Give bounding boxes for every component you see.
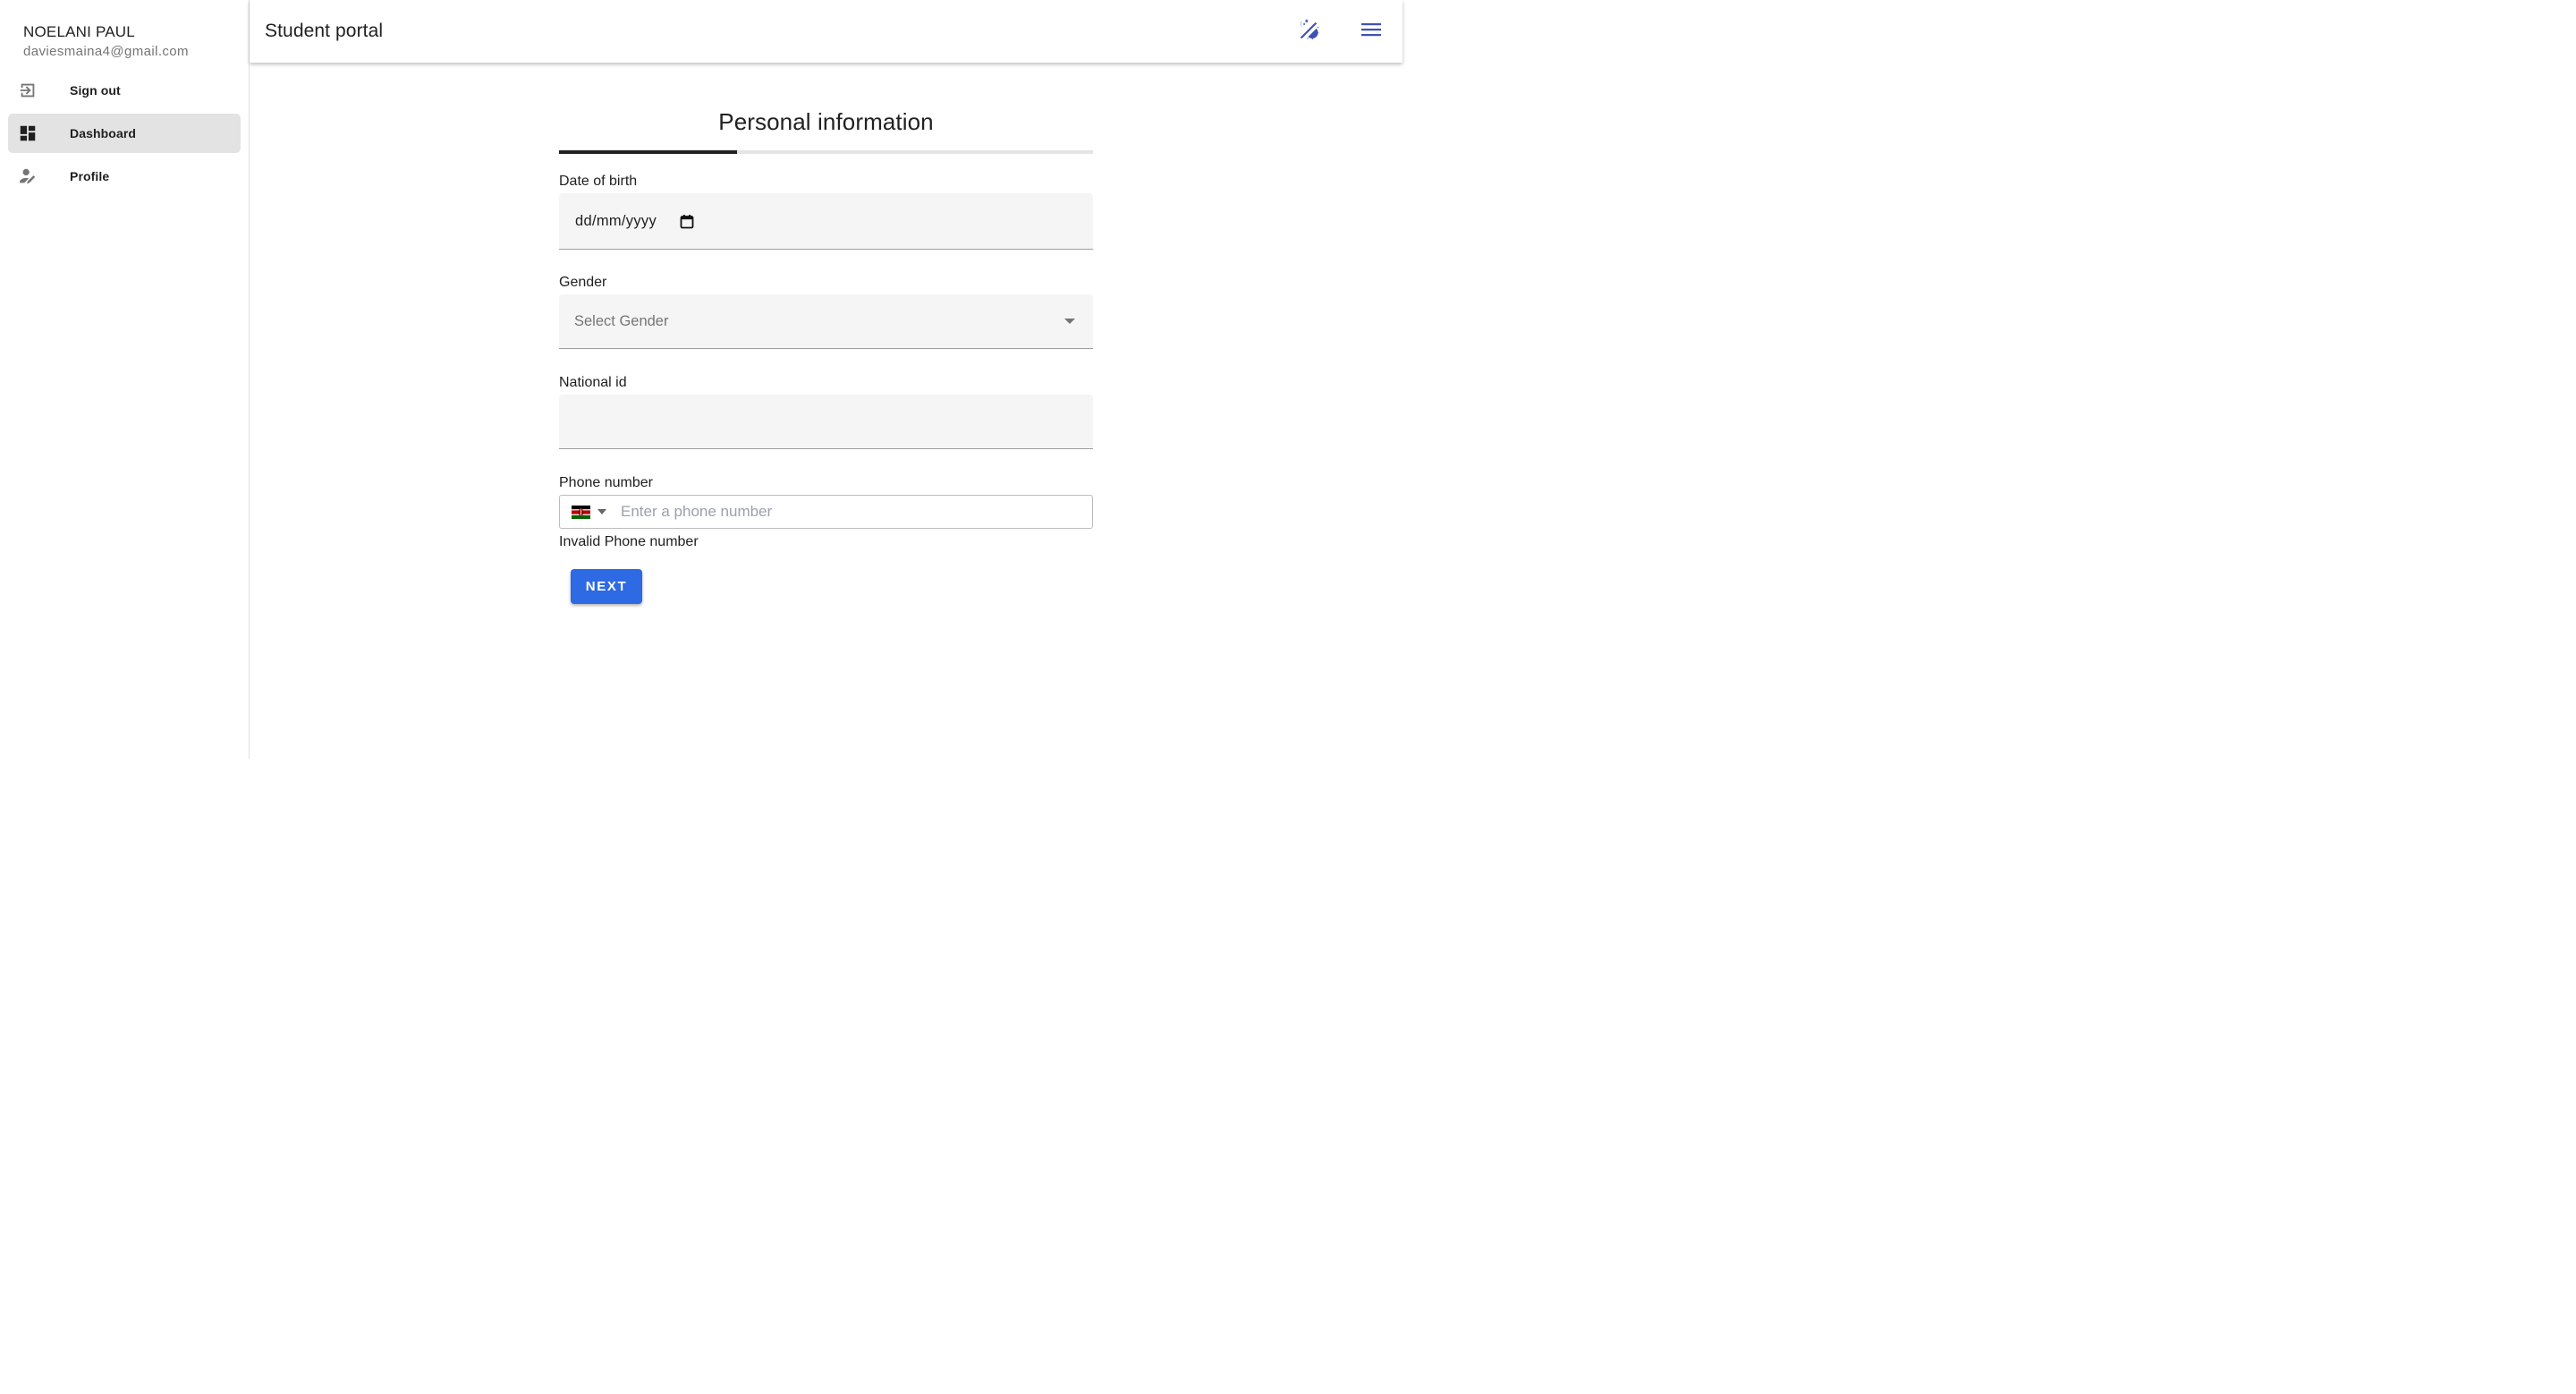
phone-number-label: Phone number <box>559 475 653 490</box>
gender-select[interactable]: Select Gender <box>559 294 1093 349</box>
country-code-select[interactable] <box>572 505 606 519</box>
step-progress-fill <box>559 150 737 154</box>
sidebar-nav: Sign out Dashboard Profile <box>0 71 249 196</box>
date-of-birth-group: Date of birth dd/mm/yyyy <box>559 173 1093 250</box>
dashboard-icon <box>18 123 38 143</box>
user-email: daviesmaina4@gmail.com <box>23 44 189 59</box>
sidebar-item-dashboard[interactable]: Dashboard <box>8 114 241 153</box>
hamburger-menu-icon <box>1361 22 1381 41</box>
national-id-label: National id <box>559 375 627 390</box>
sidebar-item-profile[interactable]: Profile <box>8 157 241 196</box>
next-button[interactable]: NEXT <box>571 569 642 604</box>
sidebar-item-label: Dashboard <box>70 126 137 140</box>
phone-number-group: Phone number Enter a phone number Invali… <box>559 474 1093 551</box>
chevron-down-icon <box>1064 319 1075 324</box>
date-of-birth-placeholder: dd/mm/yyyy <box>575 212 657 229</box>
gender-select-placeholder: Select Gender <box>574 312 669 329</box>
sidebar-item-sign-out[interactable]: Sign out <box>8 71 241 110</box>
page-title: Student portal <box>265 21 384 41</box>
sidebar-item-label: Sign out <box>70 83 121 98</box>
kenya-flag-icon <box>572 505 590 519</box>
step-progress-bar <box>559 150 1093 154</box>
user-name: NOELANI PAUL <box>23 23 135 40</box>
form-title: Personal information <box>718 108 934 135</box>
menu-button[interactable] <box>1353 13 1389 49</box>
phone-number-field <box>559 495 1093 529</box>
main-content: Personal information Date of birth dd/mm… <box>250 63 1402 759</box>
phone-number-input[interactable] <box>621 503 1092 521</box>
sign-out-icon <box>18 81 38 100</box>
user-info: NOELANI PAUL daviesmaina4@gmail.com <box>0 0 249 61</box>
sidebar: NOELANI PAUL daviesmaina4@gmail.com Sign… <box>0 0 250 759</box>
gender-group: Gender Select Gender <box>559 274 1093 349</box>
personal-info-form: Personal information Date of birth dd/mm… <box>559 63 1093 604</box>
country-dropdown-caret-icon <box>597 509 606 514</box>
national-id-input[interactable] <box>559 395 1093 448</box>
theme-toggle-button[interactable] <box>1291 13 1326 49</box>
app-header: Student portal <box>250 0 1402 63</box>
national-id-field-wrapper <box>559 395 1093 449</box>
phone-number-error: Invalid Phone number <box>559 534 699 549</box>
theme-toggle-icon <box>1297 18 1320 46</box>
sidebar-item-label: Profile <box>70 169 110 183</box>
national-id-group: National id <box>559 374 1093 449</box>
header-actions <box>1291 13 1402 49</box>
app-root: NOELANI PAUL daviesmaina4@gmail.com Sign… <box>0 0 1402 759</box>
calendar-icon[interactable] <box>680 213 694 229</box>
gender-label: Gender <box>559 275 607 290</box>
profile-edit-icon <box>18 166 38 186</box>
date-of-birth-label: Date of birth <box>559 174 638 189</box>
date-of-birth-input[interactable]: dd/mm/yyyy <box>559 193 1093 250</box>
